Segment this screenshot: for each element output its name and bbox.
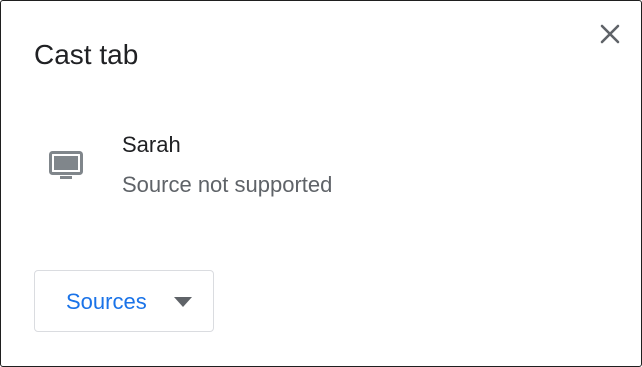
monitor-icon — [49, 151, 83, 179]
caret-down-icon — [174, 297, 192, 307]
dialog-title: Cast tab — [34, 39, 139, 70]
close-icon — [600, 24, 620, 44]
sources-button-label: Sources — [66, 289, 147, 314]
sink-status: Source not supported — [122, 172, 333, 197]
close-button[interactable] — [594, 18, 626, 50]
cast-dialog: Cast tab Sarah Source not supported Sour… — [0, 0, 642, 367]
sources-button[interactable]: Sources — [34, 270, 214, 332]
sink-item-sarah[interactable]: Sarah Source not supported — [1, 121, 641, 211]
sink-name: Sarah — [122, 132, 181, 157]
